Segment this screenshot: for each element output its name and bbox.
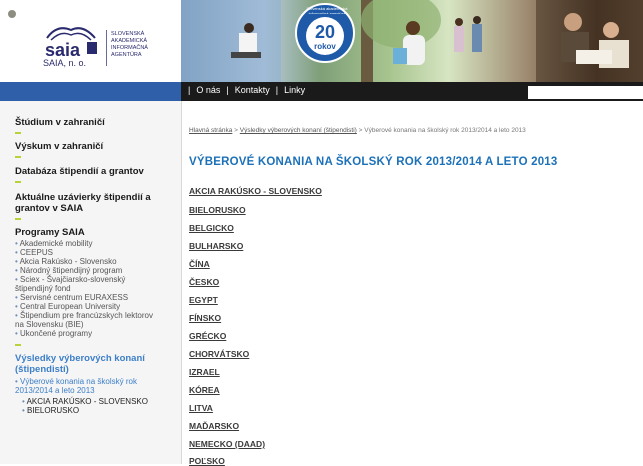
country-link[interactable]: CHORVÁTSKO <box>189 349 249 359</box>
breadcrumb-current: Výberové konania na školský rok 2013/201… <box>364 127 526 134</box>
sidebar-program-link[interactable]: Central European University <box>15 302 175 311</box>
sidebar-item-databaza[interactable]: Databáza štipendií a grantov <box>15 166 144 177</box>
svg-text:saia: saia <box>45 40 81 58</box>
country-link[interactable]: POĽSKO <box>189 456 225 466</box>
page-title: VÝBEROVÉ KONANIA NA ŠKOLSKÝ ROK 2013/201… <box>189 156 558 168</box>
sidebar-item-studium[interactable]: Štúdium v zahraničí <box>15 117 105 128</box>
breadcrumb: Hlavná stránka > Výsledky výberových kon… <box>189 127 589 135</box>
country-link[interactable]: FÍNSKO <box>189 313 221 323</box>
sidebar-programs-title: Programy SAIA <box>15 227 85 238</box>
logo-org-line: AGENTÚRA <box>111 52 142 58</box>
sidebar-results-sub-link[interactable]: AKCIA RAKÚSKO - SLOVENSKO <box>22 397 182 406</box>
country-link[interactable]: ČÍNA <box>189 259 210 269</box>
nav-link-kontakty[interactable]: Kontakty <box>235 85 270 95</box>
nav-separator: | <box>226 85 229 95</box>
country-link[interactable]: GRÉCKO <box>189 331 226 341</box>
country-link[interactable]: BULHARSKO <box>189 241 243 251</box>
logo-divider <box>106 30 107 66</box>
nav-links: | O nás | Kontakty | Linky <box>185 85 308 95</box>
country-link[interactable]: BELGICKO <box>189 223 234 233</box>
sidebar-program-link[interactable]: Štipendium pre francúzskych lektorov na … <box>15 311 163 329</box>
sidebar-results-title[interactable]: Výsledky výberových konaní (štipendistí) <box>15 353 175 375</box>
logo-dot <box>8 10 16 18</box>
logo-org-name: SLOVENSKÁ AKADEMICKÁ INFORMAČNÁ AGENTÚRA <box>111 31 148 59</box>
nav-link-linky[interactable]: Linky <box>284 85 305 95</box>
sidebar-program-link[interactable]: Akademické mobility <box>15 239 175 248</box>
breadcrumb-results[interactable]: Výsledky výberových konaní (štipendisti) <box>240 127 357 134</box>
sidebar-program-link[interactable]: Sciex - Švajčiarsko-slovenský štipendijn… <box>15 275 163 293</box>
nav-separator: | <box>188 85 191 95</box>
sidebar-results-active[interactable]: Výberové konania na školský rok 2013/201… <box>15 377 167 395</box>
badge-ring-text: Slovenská akademická informačná agentúra <box>306 6 348 14</box>
sidebar-divider <box>15 344 21 346</box>
badge-number: 20 <box>314 22 336 42</box>
saia-logo-icon: saia <box>45 27 97 58</box>
sidebar: Štúdium v zahraničí Výskum v zahraničí D… <box>0 101 182 464</box>
nav-link-o-nas[interactable]: O nás <box>196 85 220 95</box>
sidebar-divider <box>15 132 21 134</box>
country-link[interactable]: MAĎARSKO <box>189 421 239 431</box>
country-link[interactable]: IZRAEL <box>189 367 220 377</box>
logo-name: SAIA, n. o. <box>43 58 87 68</box>
country-link[interactable]: BIELORUSKO <box>189 205 246 215</box>
header-banner: 20 rokov Slovenská akademická informačná… <box>181 0 643 82</box>
logo-area[interactable]: saia SAIA, n. o. SLOVENSKÁ AKADEMICKÁ IN… <box>0 0 181 82</box>
sidebar-item-uzavierky[interactable]: Aktuálne uzávierky štipendií a grantov v… <box>15 192 177 214</box>
country-link[interactable]: ČESKO <box>189 277 219 287</box>
sidebar-program-link[interactable]: Akcia Rakúsko - Slovensko <box>15 257 175 266</box>
country-link[interactable]: KÓREA <box>189 385 220 395</box>
sidebar-program-link[interactable]: Národný štipendijný program <box>15 266 175 275</box>
logo-org-line: INFORMAČNÁ <box>111 45 148 51</box>
breadcrumb-separator: > <box>358 127 363 134</box>
sidebar-divider <box>15 181 21 183</box>
country-link[interactable]: AKCIA RAKÚSKO - SLOVENSKO <box>189 186 322 196</box>
sidebar-results-sub-link[interactable]: BIELORUSKO <box>22 406 182 415</box>
logo-org-line: SLOVENSKÁ <box>111 31 145 37</box>
sidebar-item-vyskum[interactable]: Výskum v zahraničí <box>15 141 103 152</box>
sidebar-program-link[interactable]: CEEPUS <box>15 248 175 257</box>
nav-accent-bar <box>0 82 181 101</box>
logo-org-line: AKADEMICKÁ <box>111 38 148 44</box>
top-navigation: | O nás | Kontakty | Linky <box>181 82 643 101</box>
breadcrumb-separator: > <box>234 127 238 134</box>
country-link[interactable]: EGYPT <box>189 295 218 305</box>
country-link[interactable]: LITVA <box>189 403 213 413</box>
breadcrumb-home[interactable]: Hlavná stránka <box>189 127 232 134</box>
sidebar-program-link[interactable]: Ukončené programy <box>15 329 175 338</box>
badge-unit: rokov <box>314 42 336 51</box>
banner-photos <box>181 0 643 82</box>
sidebar-divider <box>15 156 21 158</box>
search-input[interactable] <box>528 86 643 99</box>
sidebar-program-link[interactable]: Servisné centrum EURAXESS <box>15 293 175 302</box>
nav-separator: | <box>275 85 279 95</box>
country-link[interactable]: NEMECKO (DAAD) <box>189 439 265 449</box>
sidebar-divider <box>15 218 21 220</box>
